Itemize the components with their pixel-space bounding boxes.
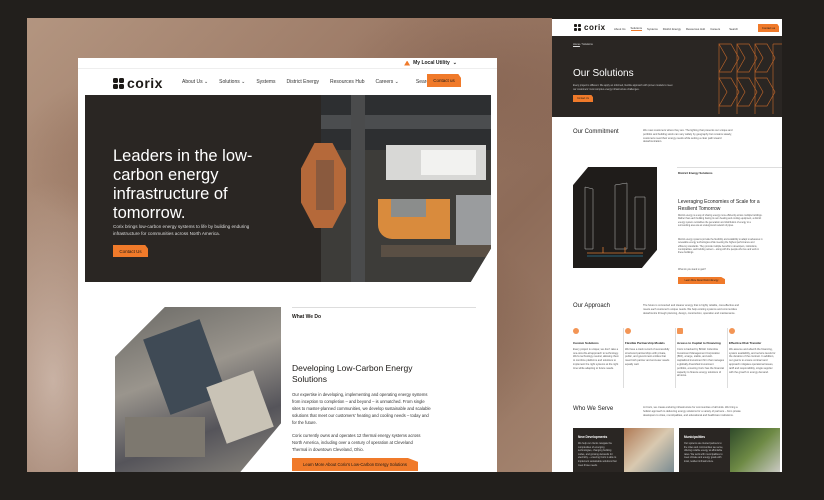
- corix-logo[interactable]: corix: [113, 75, 163, 91]
- corix-logo[interactable]: corix: [574, 23, 606, 32]
- serve-title: Who We Serve: [573, 406, 614, 412]
- contact-us-button[interactable]: Contact us: [427, 74, 461, 87]
- district-energy-illustration: [573, 167, 657, 268]
- approach-text: The future is connected and cleaner ener…: [643, 304, 739, 315]
- approach-item: Flexible Partnership Models We have a tra…: [625, 328, 676, 388]
- nav-resources-hub[interactable]: Resources Hub: [686, 27, 705, 31]
- nav-careers[interactable]: Careers ⌄: [376, 79, 399, 85]
- nav-solutions[interactable]: Solutions ⌄: [219, 79, 245, 85]
- contact-us-button[interactable]: Contact us: [758, 24, 779, 32]
- financing-icon: [677, 328, 683, 334]
- brand-name: corix: [584, 23, 606, 32]
- nav-district-energy[interactable]: District Energy: [287, 79, 320, 85]
- nav-systems[interactable]: Systems: [647, 27, 658, 31]
- search-link[interactable]: Search: [729, 27, 738, 31]
- hero-contact-button[interactable]: Contact Us: [573, 95, 593, 102]
- risk-transfer-icon: [729, 328, 735, 334]
- learn-more-district-button[interactable]: Learn More About District Energy: [678, 277, 725, 284]
- main-nav: corix About Us ⌄ Solutions ⌄ Systems Dis…: [78, 68, 497, 95]
- solutions-page-mockup: corix About Us Solutions Systems Distric…: [552, 19, 782, 472]
- district-eyebrow: District Energy Solutions: [678, 171, 713, 175]
- custom-solutions-icon: [573, 328, 579, 334]
- homepage-mockup: My Local Utility ⌄ corix About Us ⌄ Solut…: [78, 58, 497, 472]
- nav-about-us[interactable]: About Us ⌄: [182, 79, 208, 85]
- approach-item: Access to Capital to Financing Corix is b…: [677, 328, 728, 388]
- hero-contact-button[interactable]: Contact Us: [113, 245, 148, 257]
- what-we-do-eyebrow: What We Do: [292, 314, 322, 320]
- local-utility-selector[interactable]: My Local Utility ⌄: [404, 60, 457, 66]
- commitment-title: Our Commitment: [573, 129, 619, 135]
- breadcrumb-current: Solutions: [582, 43, 593, 46]
- aerial-city-image: [301, 95, 491, 282]
- approach-item: Custom Solutions Every project is unique;…: [573, 328, 624, 388]
- nav-about-us[interactable]: About Us: [614, 27, 626, 31]
- serve-text: At Corix, we create enduring infrastruct…: [643, 406, 741, 417]
- utility-icon: [404, 60, 411, 66]
- chevron-pattern-graphic: [718, 43, 782, 114]
- section-paragraph-2: Corix currently owns and operates 12 the…: [292, 433, 421, 452]
- district-question: What do you stand to gain?: [678, 269, 706, 271]
- approach-title: Our Approach: [573, 303, 611, 309]
- approach-item: Effective Risk Transfer We assume and abs…: [729, 328, 780, 388]
- divider: [677, 167, 782, 168]
- hero-subtitle: Every project is different. We apply an …: [573, 84, 673, 91]
- construction-site-image: [624, 428, 674, 472]
- section-divider: [292, 307, 476, 308]
- utility-label: My Local Utility: [413, 60, 450, 66]
- chevron-down-icon: ⌄: [452, 60, 457, 66]
- learn-more-solutions-button[interactable]: Learn More About Corix's Low-Carbon Ener…: [292, 458, 418, 471]
- commitment-text: We meet customers where they are. The li…: [643, 129, 733, 144]
- nav-resources-hub[interactable]: Resources Hub: [330, 79, 364, 85]
- section-heading: Developing Low-Carbon Energy Solutions: [292, 363, 413, 384]
- nav-careers[interactable]: Careers: [710, 27, 720, 31]
- solutions-hero: Home / Solutions Our Solutions Every pro…: [552, 36, 782, 117]
- district-para-1: District energy is a way of sharing ener…: [678, 215, 763, 227]
- handshake-icon: [625, 328, 631, 334]
- construction-aerial-image: [115, 307, 281, 472]
- serve-card-new-developments[interactable]: New Developments We help our clients navi…: [573, 428, 674, 472]
- brand-name: corix: [127, 75, 163, 91]
- page-title: Our Solutions: [573, 68, 634, 79]
- serve-card-municipalities[interactable]: Municipalities Our systems are trusted pa…: [679, 428, 780, 472]
- logo-mark-icon: [574, 24, 581, 31]
- hero-title: Leaders in the low-carbon energy infrast…: [113, 147, 253, 222]
- district-heading: Leveraging Economies of Scale for a Resi…: [678, 199, 760, 212]
- hero-subtitle: Corix brings low-carbon energy systems t…: [113, 224, 250, 236]
- breadcrumb-home[interactable]: Home: [573, 43, 580, 46]
- nav-district-energy[interactable]: District Energy: [663, 27, 681, 31]
- park-aerial-image: [730, 428, 780, 472]
- nav-solutions[interactable]: Solutions: [630, 26, 643, 31]
- breadcrumb: Home / Solutions: [573, 43, 593, 46]
- hero-section: Leaders in the low-carbon energy infrast…: [85, 95, 491, 282]
- district-para-2: District energy systems provide the flex…: [678, 239, 763, 255]
- section-paragraph-1: Our expertise in developing, implementin…: [292, 392, 431, 425]
- nav-systems[interactable]: Systems: [256, 79, 275, 85]
- logo-mark-icon: [113, 77, 124, 89]
